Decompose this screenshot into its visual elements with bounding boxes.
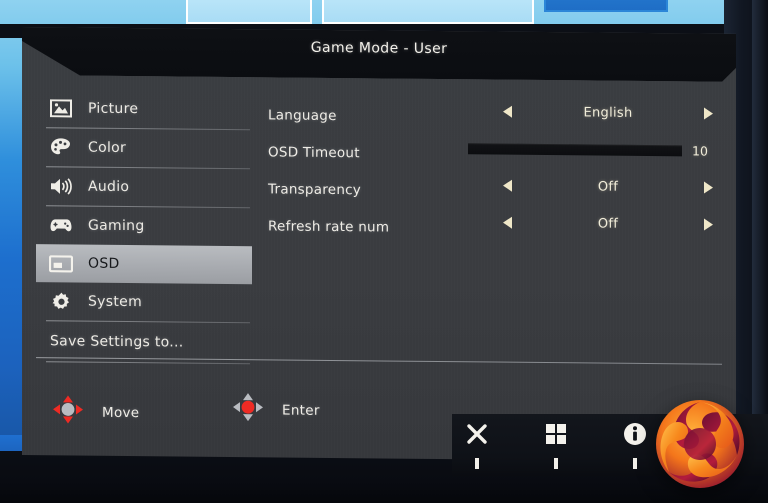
- sidebar-item-label: Gaming: [88, 217, 145, 235]
- chevron-left-icon[interactable]: [502, 214, 516, 232]
- chevron-left-icon[interactable]: [502, 103, 516, 121]
- button-tick: [474, 458, 479, 469]
- sidebar-item-audio[interactable]: Audio: [36, 167, 252, 207]
- sidebar-item-gaming[interactable]: Gaming: [36, 206, 252, 246]
- settings-list: Language English OSD Timeout 10 Transpar…: [268, 95, 720, 247]
- menu-button[interactable]: [531, 422, 580, 469]
- picture-icon: [48, 97, 74, 119]
- setting-selector[interactable]: Off: [502, 172, 714, 202]
- setting-label: Refresh rate num: [268, 218, 390, 236]
- chevron-left-icon[interactable]: [502, 177, 516, 195]
- slider-value: 10: [692, 142, 708, 159]
- sidebar-item-label: Color: [88, 139, 127, 156]
- setting-slider[interactable]: 10: [468, 134, 720, 164]
- setting-selector[interactable]: Off: [502, 209, 714, 239]
- sidebar-item-label: System: [88, 293, 143, 311]
- slider-track[interactable]: [468, 142, 682, 156]
- osd-panel: Game Mode - User Picture Color Audio Gam…: [22, 27, 736, 462]
- setting-row-refresh-rate-num: Refresh rate num Off: [268, 206, 720, 246]
- setting-row-osd-timeout: OSD Timeout 10: [268, 132, 720, 172]
- palette-icon: [48, 136, 74, 158]
- screenshot-root: Game Mode - User Picture Color Audio Gam…: [0, 0, 768, 503]
- setting-label: Transparency: [268, 181, 362, 199]
- osd-icon: [48, 252, 74, 274]
- sidebar-item-picture[interactable]: Picture: [36, 89, 252, 129]
- footer-hint-label: Enter: [282, 401, 320, 419]
- speaker-icon: [48, 175, 74, 197]
- sidebar-item-label: Save Settings to...: [50, 333, 184, 351]
- kitguru-logo: [648, 392, 752, 496]
- desktop-window-tile: [186, 0, 312, 24]
- button-tick: [553, 458, 558, 469]
- sidebar-item-label: Audio: [88, 178, 130, 196]
- setting-value: English: [583, 104, 633, 121]
- setting-row-transparency: Transparency Off: [268, 169, 720, 209]
- grid-squares-icon: [544, 422, 568, 451]
- chevron-right-icon[interactable]: [700, 216, 714, 234]
- desktop-window-tile: [544, 0, 668, 12]
- gear-icon: [48, 290, 74, 312]
- footer-hint-enter: Enter: [230, 391, 320, 429]
- sidebar-item-color[interactable]: Color: [36, 128, 252, 168]
- sidebar-item-label: Picture: [88, 100, 139, 118]
- footer-hint-move: Move: [50, 393, 139, 431]
- desktop-window-tile: [322, 0, 534, 24]
- sidebar-item-system[interactable]: System: [36, 282, 252, 322]
- footer-hint-label: Move: [102, 404, 140, 421]
- sidebar-item-label: OSD: [88, 255, 120, 272]
- setting-label: OSD Timeout: [268, 144, 360, 162]
- setting-value: Off: [597, 179, 619, 195]
- dpad-enter-icon: [230, 391, 266, 428]
- setting-selector[interactable]: English: [502, 98, 714, 128]
- setting-value: Off: [597, 216, 619, 232]
- close-x-icon: [465, 422, 489, 451]
- exit-button[interactable]: [452, 422, 501, 469]
- chevron-right-icon[interactable]: [700, 179, 714, 197]
- info-circle-icon: [623, 422, 647, 451]
- sidebar-item-osd[interactable]: OSD: [36, 244, 252, 285]
- setting-label: Language: [268, 107, 337, 125]
- chevron-right-icon[interactable]: [700, 105, 714, 123]
- gamepad-icon: [48, 214, 74, 236]
- setting-row-language: Language English: [268, 95, 720, 135]
- dpad-move-icon: [50, 393, 86, 430]
- button-tick: [632, 458, 637, 469]
- osd-sidebar: Picture Color Audio Gaming OSD System Sa…: [36, 89, 252, 365]
